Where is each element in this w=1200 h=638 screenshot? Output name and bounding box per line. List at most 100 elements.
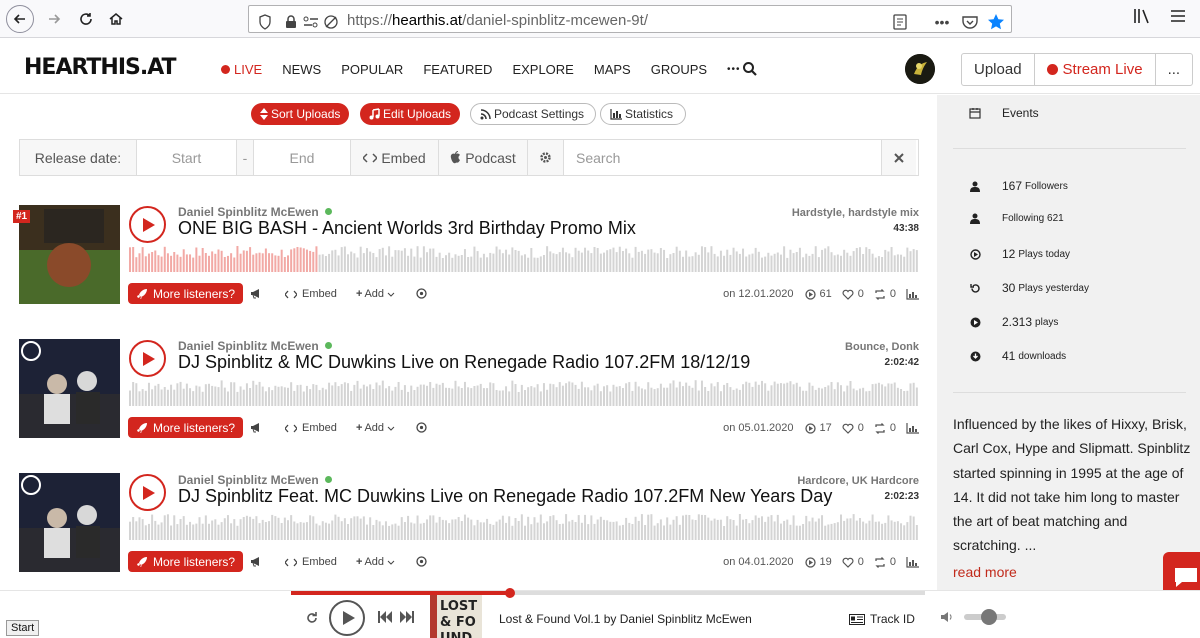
- track-artist[interactable]: Daniel Spinblitz McEwen: [178, 205, 332, 219]
- track-more-icon[interactable]: [416, 422, 427, 433]
- track-play-button[interactable]: [129, 474, 166, 511]
- track-genre[interactable]: Hardcore, UK Hardcore: [797, 475, 919, 487]
- page-actions-icon[interactable]: •••: [932, 12, 952, 32]
- back-button[interactable]: [6, 5, 34, 33]
- track-reposts[interactable]: 0: [874, 422, 896, 434]
- reader-view-icon[interactable]: [890, 12, 910, 32]
- home-button[interactable]: [102, 5, 130, 33]
- track-embed-button[interactable]: Embed: [285, 556, 337, 568]
- track-waveform[interactable]: [129, 246, 919, 274]
- forward-button[interactable]: [40, 5, 68, 33]
- autoplay-blocked-icon[interactable]: [321, 12, 341, 32]
- podcast-settings-button[interactable]: Podcast Settings: [470, 103, 596, 125]
- release-end-input[interactable]: End: [254, 140, 351, 175]
- track-statistics-icon[interactable]: [906, 556, 919, 568]
- waveform-bar: [299, 522, 302, 540]
- track-title[interactable]: DJ Spinblitz Feat. MC Duwkins Live on Re…: [178, 486, 838, 507]
- track-likes[interactable]: 0: [842, 288, 864, 300]
- player-progress-knob[interactable]: [505, 588, 515, 598]
- promote-icon[interactable]: [250, 422, 262, 433]
- now-playing-title[interactable]: Lost & Found Vol.1 by Daniel Spinblitz M…: [499, 612, 752, 626]
- track-genre[interactable]: Bounce, Donk: [845, 341, 919, 353]
- nav-groups[interactable]: GROUPS: [651, 62, 707, 77]
- track-reposts[interactable]: 0: [874, 556, 896, 568]
- read-more-link[interactable]: read more: [953, 564, 1017, 580]
- track-add-button[interactable]: + Add: [356, 288, 395, 300]
- search-uploads-input[interactable]: Search: [564, 140, 882, 175]
- track-likes[interactable]: 0: [842, 422, 864, 434]
- volume-icon[interactable]: [940, 611, 954, 623]
- track-cover[interactable]: [19, 473, 120, 572]
- now-playing-cover[interactable]: LOST & FOUND: [430, 595, 482, 638]
- statistics-button[interactable]: Statistics: [600, 103, 686, 125]
- next-track-button[interactable]: [399, 611, 415, 623]
- nav-popular[interactable]: POPULAR: [341, 62, 403, 77]
- track-title[interactable]: DJ Spinblitz & MC Duwkins Live on Renega…: [178, 352, 838, 373]
- user-avatar[interactable]: [905, 54, 935, 84]
- promote-icon[interactable]: [250, 288, 262, 299]
- lock-icon[interactable]: [281, 12, 301, 32]
- more-listeners-button[interactable]: More listeners?: [128, 551, 244, 572]
- volume-knob[interactable]: [981, 609, 997, 625]
- previous-track-button[interactable]: [377, 611, 393, 623]
- bookmark-star-icon[interactable]: [986, 12, 1006, 32]
- track-likes[interactable]: 0: [842, 556, 864, 568]
- track-more-icon[interactable]: [416, 288, 427, 299]
- site-logo[interactable]: HEARTHIS.AT: [24, 55, 177, 80]
- track-more-icon[interactable]: [416, 556, 427, 567]
- edit-uploads-button[interactable]: Edit Uploads: [360, 103, 461, 125]
- podcast-filter-button[interactable]: Podcast: [439, 140, 528, 175]
- search-icon[interactable]: [742, 61, 758, 77]
- nav-live[interactable]: LIVE: [221, 62, 262, 77]
- track-artist[interactable]: Daniel Spinblitz McEwen: [178, 473, 332, 487]
- upload-button[interactable]: Upload: [962, 54, 1035, 85]
- settings-filter-button[interactable]: [528, 140, 564, 175]
- permissions-icon[interactable]: [301, 12, 321, 32]
- track-play-button[interactable]: [129, 340, 166, 377]
- repeat-button[interactable]: [305, 611, 319, 625]
- reload-button[interactable]: [72, 5, 100, 33]
- more-listeners-button[interactable]: More listeners?: [128, 417, 244, 438]
- track-waveform[interactable]: [129, 380, 919, 408]
- sidebar-stat[interactable]: 167 Followers: [969, 179, 1068, 193]
- track-statistics-icon[interactable]: [906, 288, 919, 300]
- track-reposts[interactable]: 0: [874, 288, 896, 300]
- waveform-bar: [884, 522, 887, 540]
- promote-icon[interactable]: [250, 556, 262, 567]
- pocket-icon[interactable]: [960, 12, 980, 32]
- sidebar-stat[interactable]: Following 621: [969, 213, 1064, 224]
- address-bar[interactable]: https://hearthis.at/daniel-spinblitz-mce…: [248, 5, 1012, 33]
- player-play-button[interactable]: [329, 600, 365, 636]
- clear-filter-button[interactable]: [882, 140, 916, 175]
- nav-maps[interactable]: MAPS: [594, 62, 631, 77]
- library-icon[interactable]: [1132, 6, 1152, 26]
- track-genre[interactable]: Hardstyle, hardstyle mix: [792, 207, 919, 219]
- nav-news[interactable]: NEWS: [282, 62, 321, 77]
- track-statistics-icon[interactable]: [906, 422, 919, 434]
- volume-slider[interactable]: [964, 609, 1006, 625]
- embed-filter-button[interactable]: Embed: [351, 140, 439, 175]
- track-id-button[interactable]: Track ID: [849, 612, 915, 626]
- nav-featured[interactable]: FEATURED: [423, 62, 492, 77]
- track-add-button[interactable]: + Add: [356, 422, 395, 434]
- sort-uploads-button[interactable]: Sort Uploads: [251, 103, 350, 125]
- shield-icon[interactable]: [255, 12, 275, 32]
- more-options-button[interactable]: ...: [1156, 54, 1193, 85]
- track-play-button[interactable]: [129, 206, 166, 243]
- stream-live-button[interactable]: Stream Live: [1035, 54, 1156, 85]
- track-artist[interactable]: Daniel Spinblitz McEwen: [178, 339, 332, 353]
- hamburger-menu-icon[interactable]: [1168, 6, 1188, 26]
- track-cover[interactable]: [19, 339, 120, 438]
- track-title[interactable]: ONE BIG BASH - Ancient Worlds 3rd Birthd…: [178, 218, 838, 239]
- release-start-input[interactable]: Start: [137, 140, 237, 175]
- track-waveform[interactable]: [129, 514, 919, 542]
- nav-more[interactable]: •••: [727, 62, 741, 77]
- track-embed-button[interactable]: Embed: [285, 288, 337, 300]
- track-cover[interactable]: [19, 205, 120, 304]
- track-add-button[interactable]: + Add: [356, 556, 395, 568]
- sidebar-events-link[interactable]: Events: [969, 106, 1039, 120]
- player-progress-bar[interactable]: [291, 588, 925, 598]
- more-listeners-button[interactable]: More listeners?: [128, 283, 244, 304]
- track-embed-button[interactable]: Embed: [285, 422, 337, 434]
- nav-explore[interactable]: EXPLORE: [512, 62, 573, 77]
